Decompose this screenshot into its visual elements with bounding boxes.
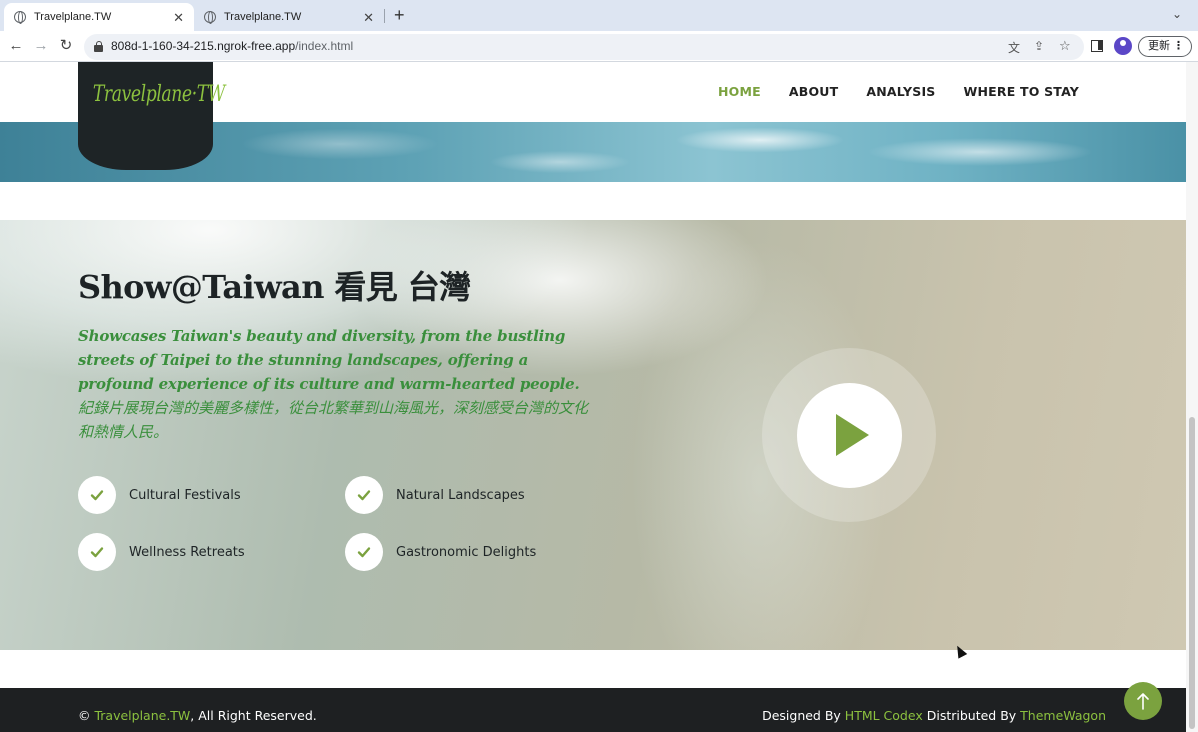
address-bar[interactable]: 808d-1-160-34-215.ngrok-free.app/index.h… bbox=[84, 34, 1084, 60]
close-icon[interactable]: ✕ bbox=[363, 11, 374, 24]
page-scrollbar[interactable] bbox=[1186, 62, 1198, 732]
feature-item: Natural Landscapes bbox=[345, 476, 525, 514]
tab-title: Travelplane.TW bbox=[34, 11, 112, 23]
browser-tab[interactable]: Travelplane.TW ✕ bbox=[194, 3, 384, 31]
feature-label: Natural Landscapes bbox=[396, 487, 525, 503]
nav-where-to-stay[interactable]: WHERE TO STAY bbox=[964, 84, 1080, 99]
nav-analysis[interactable]: ANALYSIS bbox=[866, 84, 935, 99]
more-menu-icon: ⋮ bbox=[1173, 40, 1184, 52]
globe-icon bbox=[204, 11, 216, 24]
star-icon[interactable]: ☆ bbox=[1059, 38, 1071, 54]
side-panel-icon[interactable] bbox=[1091, 40, 1103, 52]
update-button[interactable]: 更新 ⋮ bbox=[1138, 36, 1192, 57]
profile-icon[interactable] bbox=[1114, 37, 1132, 55]
browser-tab-bar: Travelplane.TW ✕ Travelplane.TW ✕ + ⌄ bbox=[0, 0, 1198, 31]
footer-credits: Designed By HTML Codex Distributed By Th… bbox=[762, 708, 1106, 723]
feature-label: Cultural Festivals bbox=[129, 487, 241, 503]
designed-by-text: Designed By bbox=[762, 708, 841, 723]
share-icon[interactable]: ⇪ bbox=[1034, 39, 1044, 53]
update-label: 更新 bbox=[1148, 40, 1170, 52]
feature-label: Wellness Retreats bbox=[129, 544, 245, 560]
back-icon[interactable]: ← bbox=[7, 37, 25, 55]
feature-label: Gastronomic Delights bbox=[396, 544, 537, 560]
designer-link[interactable]: HTML Codex bbox=[845, 708, 923, 723]
distributed-by-text: Distributed By bbox=[926, 708, 1017, 723]
play-icon bbox=[836, 414, 869, 456]
nav-about[interactable]: ABOUT bbox=[789, 84, 839, 99]
arrow-up-icon bbox=[1137, 693, 1149, 710]
close-icon[interactable]: ✕ bbox=[173, 11, 184, 24]
translate-icon[interactable]: 文 bbox=[1008, 39, 1020, 56]
url-path: /index.html bbox=[295, 39, 354, 53]
check-icon bbox=[345, 476, 383, 514]
hero-description-en: Showcases Taiwan's beauty and diversity,… bbox=[78, 327, 580, 393]
check-icon bbox=[78, 476, 116, 514]
url-host: 808d-1-160-34-215.ngrok-free.app bbox=[111, 39, 296, 53]
feature-item: Wellness Retreats bbox=[78, 533, 245, 571]
nav-links: HOME ABOUT ANALYSIS WHERE TO STAY bbox=[718, 84, 1079, 99]
lock-icon bbox=[94, 41, 103, 52]
nav-home[interactable]: HOME bbox=[718, 84, 761, 99]
hero-description-zh: 紀錄片展現台灣的美麗多樣性，從台北繁華到山海風光，深刻感受台灣的文化和熱情人民。 bbox=[78, 399, 589, 441]
browser-toolbar: ← → ↻ 808d-1-160-34-215.ngrok-free.app/i… bbox=[0, 31, 1198, 62]
reload-icon[interactable]: ↻ bbox=[57, 37, 75, 55]
distributor-link[interactable]: ThemeWagon bbox=[1020, 708, 1106, 723]
footer-copyright: © Travelplane.TW, All Right Reserved. bbox=[78, 708, 317, 723]
check-icon bbox=[345, 533, 383, 571]
back-to-top-button[interactable] bbox=[1124, 682, 1162, 720]
mouse-cursor bbox=[952, 643, 968, 659]
globe-icon bbox=[14, 11, 26, 24]
copyright-symbol: © bbox=[78, 708, 91, 723]
play-video-button[interactable] bbox=[797, 383, 902, 488]
footer-rights-text: , All Right Reserved. bbox=[190, 708, 317, 723]
chevron-down-icon[interactable]: ⌄ bbox=[1172, 7, 1182, 21]
video-hero-section: Show@Taiwan 看見 台灣 Showcases Taiwan's bea… bbox=[0, 220, 1186, 659]
feature-item: Cultural Festivals bbox=[78, 476, 241, 514]
footer-brand-link[interactable]: Travelplane.TW bbox=[94, 708, 190, 723]
hero-content: Show@Taiwan 看見 台灣 Showcases Taiwan's bea… bbox=[78, 262, 598, 444]
hero-title: Show@Taiwan 看見 台灣 bbox=[78, 268, 471, 306]
scrollbar-thumb[interactable] bbox=[1189, 417, 1195, 729]
browser-tab-active[interactable]: Travelplane.TW ✕ bbox=[4, 3, 194, 31]
site-footer: © Travelplane.TW, All Right Reserved. De… bbox=[0, 688, 1186, 732]
check-icon bbox=[78, 533, 116, 571]
tab-separator bbox=[384, 9, 385, 23]
tab-title: Travelplane.TW bbox=[224, 11, 302, 23]
forward-icon[interactable]: → bbox=[32, 37, 50, 55]
logo-text: Travelplane·TW bbox=[92, 82, 226, 107]
site-logo[interactable]: Travelplane·TW bbox=[78, 62, 226, 170]
feature-item: Gastronomic Delights bbox=[345, 533, 536, 571]
plus-icon[interactable]: + bbox=[394, 5, 405, 25]
url-text: 808d-1-160-34-215.ngrok-free.app/index.h… bbox=[111, 39, 353, 53]
page-viewport: HOME ABOUT ANALYSIS WHERE TO STAY Travel… bbox=[0, 62, 1186, 732]
